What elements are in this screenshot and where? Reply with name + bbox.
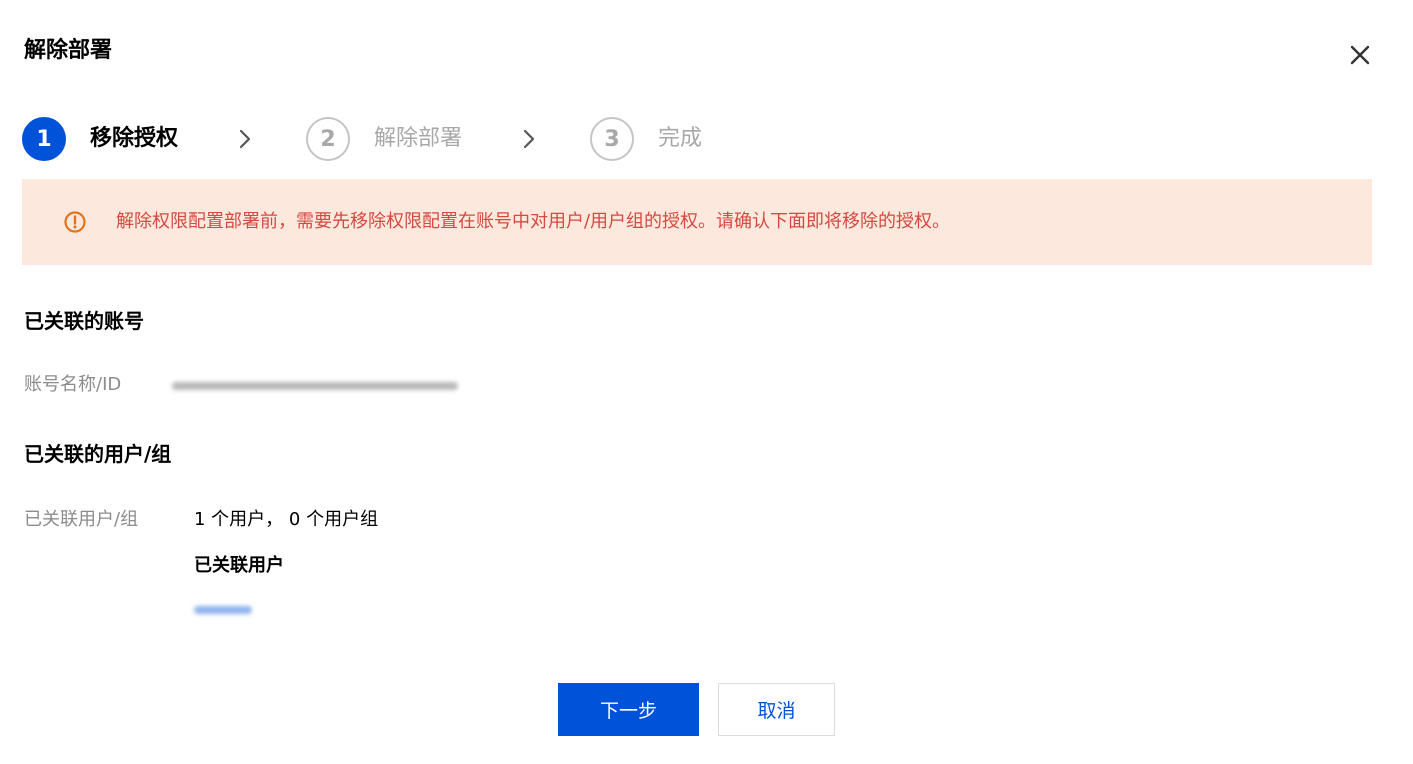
close-icon[interactable] (1345, 40, 1375, 70)
step-undeploy: 2 解除部署 (306, 117, 462, 161)
warning-notice: 解除权限配置部署前，需要先移除权限配置在账号中对用户/用户组的授权。请确认下面即… (22, 179, 1372, 265)
steps-indicator: 1 移除授权 2 解除部署 3 完成 (22, 117, 702, 161)
dialog-title: 解除部署 (24, 38, 113, 63)
step-number: 3 (590, 117, 635, 161)
step-number: 2 (306, 117, 351, 161)
account-id-value-redacted (172, 382, 458, 390)
remove-deployment-dialog: 解除部署 1 移除授权 2 解除部署 3 完成 解除权限配置部署前，需要先移除权… (0, 0, 1413, 764)
step-remove-authorization: 1 移除授权 (22, 117, 178, 161)
linked-users-subheading: 已关联用户 (194, 555, 284, 576)
chevron-right-icon (517, 117, 541, 161)
linked-users-heading: 已关联的用户/组 (24, 442, 172, 466)
step-label: 解除部署 (374, 126, 463, 151)
next-step-button[interactable]: 下一步 (558, 683, 699, 736)
warning-circle-icon (64, 211, 86, 233)
linked-account-heading: 已关联的账号 (24, 309, 144, 333)
step-complete: 3 完成 (590, 117, 702, 161)
chevron-right-icon (233, 117, 257, 161)
account-name-id-label: 账号名称/ID (24, 374, 122, 395)
cancel-button[interactable]: 取消 (718, 683, 835, 736)
step-label: 移除授权 (90, 126, 179, 151)
step-label: 完成 (658, 126, 703, 151)
user-link-redacted[interactable] (194, 606, 252, 614)
step-number: 1 (22, 117, 66, 161)
notice-text: 解除权限配置部署前，需要先移除权限配置在账号中对用户/用户组的授权。请确认下面即… (116, 211, 951, 232)
users-groups-summary: 1 个用户， 0 个用户组 (194, 509, 379, 530)
linked-users-groups-label: 已关联用户/组 (24, 509, 139, 530)
